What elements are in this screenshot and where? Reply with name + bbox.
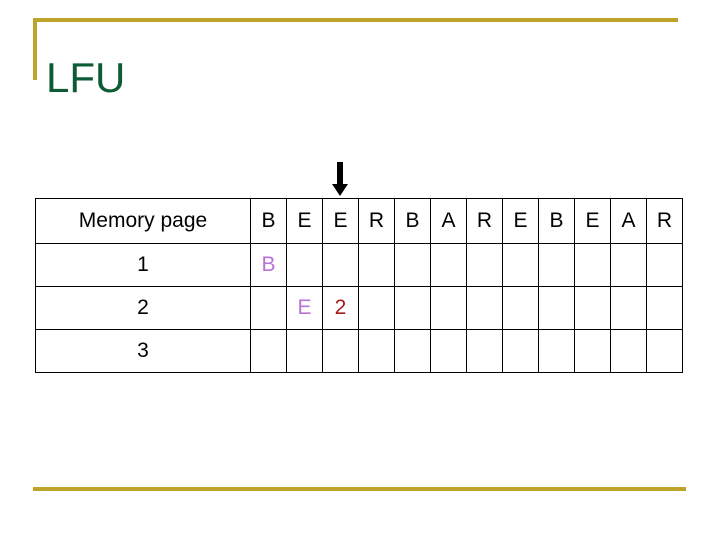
reference-string-cell-10: A xyxy=(610,198,647,244)
title-rule-top xyxy=(33,18,678,22)
frame-1-step-9 xyxy=(574,243,611,287)
frame-3-step-0 xyxy=(250,329,287,373)
frame-2-step-3 xyxy=(358,286,395,330)
frame-3-step-6 xyxy=(466,329,503,373)
page-title: LFU xyxy=(46,54,126,102)
arrow-head xyxy=(332,184,348,196)
frame-label-1: 1 xyxy=(35,243,251,287)
down-arrow-icon xyxy=(329,162,351,198)
footer-rule xyxy=(33,487,686,491)
reference-string-cell-8: B xyxy=(538,198,575,244)
frame-1-step-10 xyxy=(610,243,647,287)
reference-string-cell-5: A xyxy=(430,198,467,244)
reference-string-cell-6: R xyxy=(466,198,503,244)
reference-string-cell-11: R xyxy=(646,198,683,244)
frame-3-step-3 xyxy=(358,329,395,373)
reference-string-cell-1: E xyxy=(286,198,323,244)
frame-1-step-0: B xyxy=(250,243,287,287)
arrow-shaft xyxy=(337,162,343,186)
frame-3-step-9 xyxy=(574,329,611,373)
table-row: 3 xyxy=(35,329,683,373)
column-header-memory-page: Memory page xyxy=(35,198,251,244)
frame-2-step-8 xyxy=(538,286,575,330)
frame-1-step-8 xyxy=(538,243,575,287)
frame-3-step-10 xyxy=(610,329,647,373)
table-row: 1B xyxy=(35,243,683,287)
reference-string-cell-7: E xyxy=(502,198,539,244)
frame-1-step-1 xyxy=(286,243,323,287)
frame-3-step-4 xyxy=(394,329,431,373)
frame-label-3: 3 xyxy=(35,329,251,373)
frame-2-step-10 xyxy=(610,286,647,330)
frame-2-step-4 xyxy=(394,286,431,330)
frame-3-step-8 xyxy=(538,329,575,373)
table-header-row: Memory page B E E R B A R E B E A R xyxy=(35,198,683,244)
reference-string-cell-2: E xyxy=(322,198,359,244)
frame-1-step-6 xyxy=(466,243,503,287)
frame-3-step-2 xyxy=(322,329,359,373)
frame-1-step-2 xyxy=(322,243,359,287)
frame-2-step-6 xyxy=(466,286,503,330)
reference-string-cell-0: B xyxy=(250,198,287,244)
frame-1-step-5 xyxy=(430,243,467,287)
frame-3-step-5 xyxy=(430,329,467,373)
frame-1-step-7 xyxy=(502,243,539,287)
frame-1-step-11 xyxy=(646,243,683,287)
reference-string-cell-4: B xyxy=(394,198,431,244)
frame-2-step-0 xyxy=(250,286,287,330)
reference-string-cell-9: E xyxy=(574,198,611,244)
frame-2-step-9 xyxy=(574,286,611,330)
frame-2-step-5 xyxy=(430,286,467,330)
frame-1-step-4 xyxy=(394,243,431,287)
title-rule-left xyxy=(33,18,37,80)
memory-page-table: Memory page B E E R B A R E B E A R 1 B 2 E 2 3 xyxy=(35,198,683,373)
frame-2-step-7 xyxy=(502,286,539,330)
frame-1-step-3 xyxy=(358,243,395,287)
frame-2-step-11 xyxy=(646,286,683,330)
frame-2-step-2: 2 xyxy=(322,286,359,330)
frame-2-step-1: E xyxy=(286,286,323,330)
frame-3-step-1 xyxy=(286,329,323,373)
frame-label-2: 2 xyxy=(35,286,251,330)
frame-3-step-11 xyxy=(646,329,683,373)
frame-3-step-7 xyxy=(502,329,539,373)
reference-string-cell-3: R xyxy=(358,198,395,244)
table-row: 2E2 xyxy=(35,286,683,330)
